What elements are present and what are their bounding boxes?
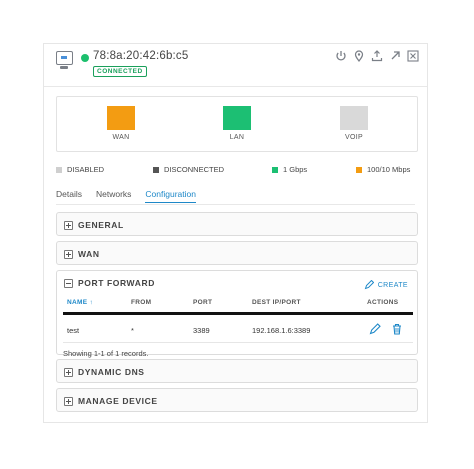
legend-swatch: [356, 166, 362, 173]
table-row: test * 3389 192.168.1.6:3389: [63, 318, 413, 340]
open-external-icon[interactable]: [388, 49, 401, 62]
section-dynamic-dns-toggle[interactable]: DYNAMIC DNS: [64, 367, 145, 377]
expand-icon: [64, 220, 73, 230]
column-from-header[interactable]: FROM: [131, 299, 151, 306]
legend-swatch: [272, 166, 278, 173]
tab-bar: Details Networks Configuration: [56, 189, 196, 203]
port-wan[interactable]: WAN: [101, 106, 141, 141]
power-icon[interactable]: [334, 49, 347, 62]
section-port-forward: PORT FORWARD CREATE NAME ↑ FROM PORT DES…: [56, 270, 418, 358]
create-button[interactable]: CREATE: [364, 280, 408, 290]
section-wan-toggle[interactable]: WAN: [64, 249, 100, 259]
legend-label: DISCONNECTED: [164, 165, 225, 174]
records-count: Showing 1-1 of 1 records.: [63, 349, 149, 358]
sort-asc-icon: ↑: [89, 299, 94, 306]
section-manage-device-toggle[interactable]: MANAGE DEVICE: [64, 396, 158, 406]
header-underline: [63, 312, 413, 315]
cell-port: 3389: [193, 326, 210, 335]
upgrade-icon[interactable]: [370, 49, 383, 62]
column-dest-header[interactable]: DEST IP/PORT: [252, 299, 301, 306]
section-general: GENERAL: [56, 212, 418, 236]
port-square: [340, 106, 368, 130]
port-label: WAN: [112, 134, 130, 141]
edit-icon[interactable]: [369, 323, 381, 335]
section-title: MANAGE DEVICE: [78, 396, 158, 406]
legend-label: 1 Gbps: [283, 165, 308, 174]
tab-configuration[interactable]: Configuration: [145, 189, 196, 203]
legend-label: DISABLED: [67, 165, 105, 174]
tabs-divider: [56, 204, 415, 205]
port-label: LAN: [229, 134, 245, 141]
table-divider: [63, 342, 413, 343]
column-name-header[interactable]: NAME ↑: [67, 299, 93, 306]
close-icon[interactable]: [406, 49, 419, 62]
router-device-icon: [56, 51, 73, 69]
section-title: DYNAMIC DNS: [78, 367, 145, 377]
legend-100-10mbps: 100/10 Mbps: [356, 165, 410, 174]
port-voip[interactable]: VOIP: [334, 106, 374, 141]
cell-from: *: [131, 326, 134, 335]
tab-details[interactable]: Details: [56, 189, 82, 203]
port-square: [223, 106, 251, 130]
legend-swatch: [56, 166, 62, 173]
legend-disabled: DISABLED: [56, 165, 104, 174]
create-label: CREATE: [377, 281, 408, 289]
device-mac-address: 78:8a:20:42:6b:c5: [93, 50, 189, 62]
port-lan[interactable]: LAN: [217, 106, 257, 141]
section-manage-device: MANAGE DEVICE: [56, 388, 418, 412]
delete-icon[interactable]: [391, 323, 403, 335]
table-header: NAME ↑ FROM PORT DEST IP/PORT ACTIONS: [63, 299, 413, 311]
port-forward-table: NAME ↑ FROM PORT DEST IP/PORT ACTIONS te…: [63, 299, 413, 358]
header-actions: [334, 49, 419, 62]
status-badge: CONNECTED: [93, 66, 147, 77]
legend-label: 100/10 Mbps: [367, 165, 411, 174]
expand-icon: [64, 249, 73, 259]
port-square: [107, 106, 135, 130]
collapse-icon: [64, 278, 73, 288]
expand-icon: [64, 396, 73, 406]
header-divider: [44, 86, 427, 87]
legend-1gbps: 1 Gbps: [272, 165, 307, 174]
section-title: GENERAL: [78, 220, 124, 230]
section-general-toggle[interactable]: GENERAL: [64, 220, 124, 230]
port-diagram: WAN LAN VOIP: [56, 96, 418, 152]
section-title: PORT FORWARD: [78, 278, 155, 288]
legend-swatch: [153, 166, 159, 173]
column-port-header[interactable]: PORT: [193, 299, 212, 306]
cell-name: test: [67, 326, 80, 335]
port-legend: DISABLED DISCONNECTED 1 Gbps 100/10 Mbps: [56, 165, 418, 175]
locate-pin-icon[interactable]: [352, 49, 365, 62]
tab-networks[interactable]: Networks: [96, 189, 131, 203]
pencil-icon: [364, 280, 374, 290]
section-wan: WAN: [56, 241, 418, 265]
legend-disconnected: DISCONNECTED: [153, 165, 224, 174]
cell-dest: 192.168.1.6:3389: [252, 326, 311, 335]
expand-icon: [64, 367, 73, 377]
device-panel: 78:8a:20:42:6b:c5 CONNECTED WAN LAN VOIP…: [43, 43, 428, 423]
section-dynamic-dns: DYNAMIC DNS: [56, 359, 418, 383]
port-label: VOIP: [345, 134, 363, 141]
status-indicator: [81, 54, 89, 62]
section-port-forward-toggle[interactable]: PORT FORWARD: [64, 278, 155, 288]
section-title: WAN: [78, 249, 100, 259]
column-actions-header: ACTIONS: [367, 299, 399, 306]
